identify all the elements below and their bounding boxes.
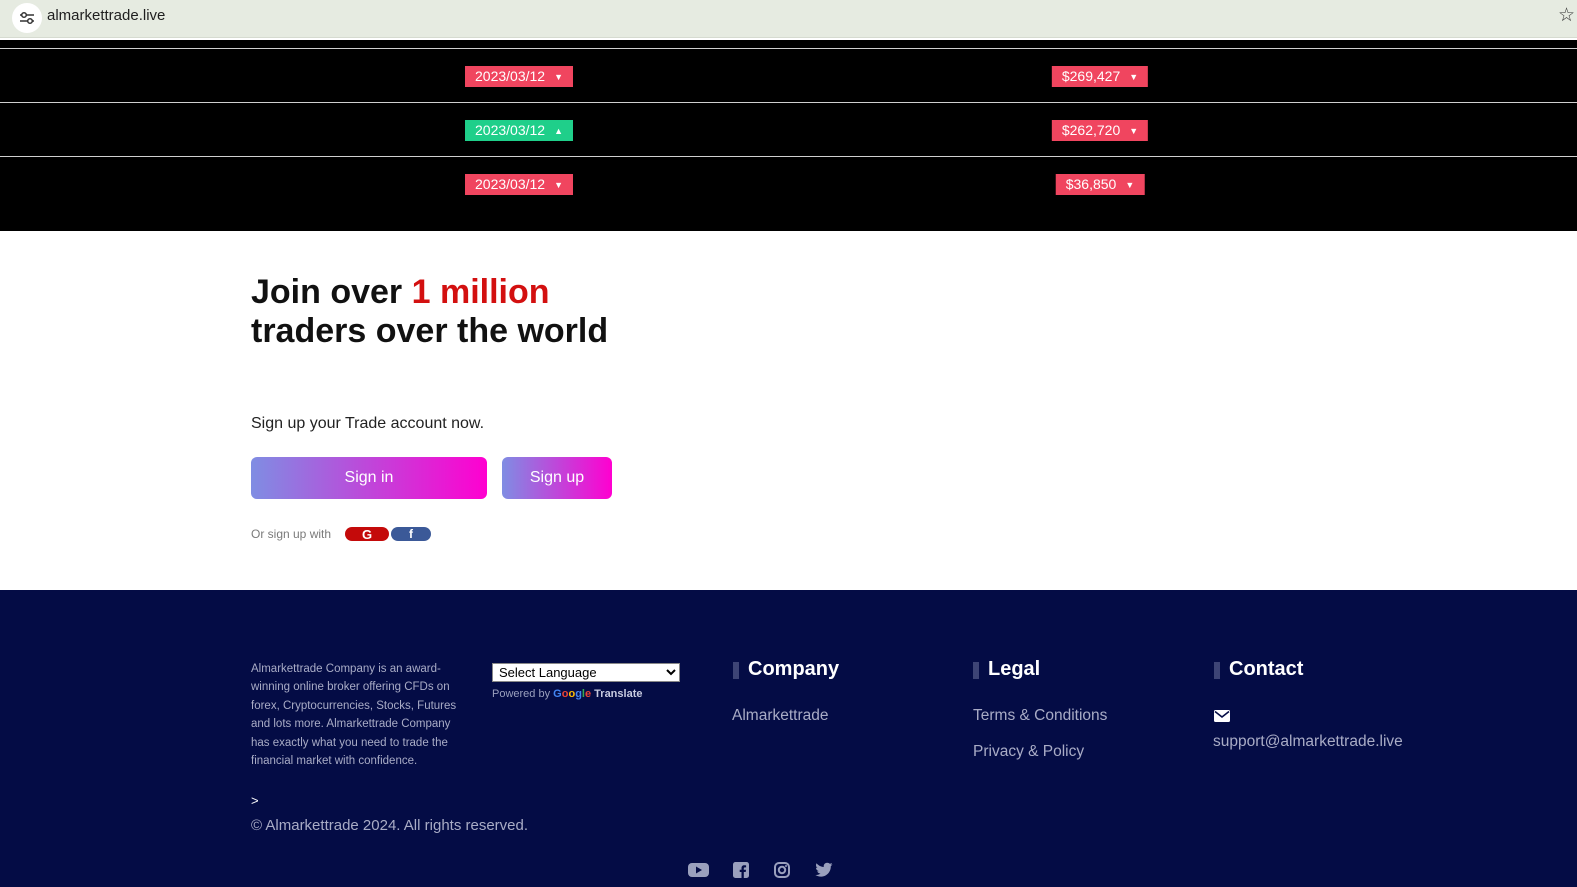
powered-by-label: Powered by (492, 688, 551, 700)
youtube-icon[interactable] (688, 862, 709, 878)
amount-text: $269,427 (1061, 68, 1121, 84)
google-translate-credit: Powered by Google Translate (492, 688, 642, 700)
company-link-almarkettrade[interactable]: Almarkettrade (732, 707, 828, 725)
date-badge: 2023/03/12 ▼ (465, 66, 573, 87)
star-icon[interactable]: ☆ (1558, 4, 1575, 27)
company-heading: Company (733, 658, 839, 681)
google-logo[interactable]: Google (553, 688, 591, 700)
copyright-text: © Almarkettrade 2024. All rights reserve… (251, 817, 529, 834)
date-text: 2023/03/12 (475, 176, 546, 192)
date-badge: 2023/03/12 ▲ (465, 120, 573, 141)
sign-up-button[interactable]: Sign up (502, 457, 612, 499)
amount-badge: $269,427 ▼ (1051, 66, 1149, 87)
support-email-link[interactable]: support@almarkettrade.live (1213, 733, 1403, 751)
tune-icon (20, 11, 34, 25)
language-select[interactable]: Select Language (492, 663, 680, 682)
privacy-link[interactable]: Privacy & Policy (973, 743, 1084, 761)
amount-badge: $262,720 ▼ (1051, 120, 1149, 141)
site-info-button[interactable] (12, 3, 42, 33)
caret-down-icon: ▼ (1125, 180, 1135, 190)
price-ticker-table: 2023/03/12 ▼ $269,427 ▼ 2023/03/12 ▲ $262,7… (0, 40, 1577, 231)
caret-down-icon: ▼ (1129, 126, 1139, 136)
sign-in-button[interactable]: Sign in (251, 457, 487, 499)
google-signup-button[interactable]: G (345, 526, 389, 542)
url-text[interactable]: almarkettrade.live (47, 7, 165, 24)
caret-down-icon: ▼ (554, 72, 563, 82)
cta-subtitle: Sign up your Trade account now. (251, 415, 485, 432)
envelope-icon (1214, 710, 1230, 722)
amount-text: $36,850 (1065, 176, 1117, 192)
amount-text: $262,720 (1061, 122, 1121, 138)
amount-badge: $36,850 ▼ (1055, 174, 1145, 195)
footer-about-text: Almarkettrade Company is an award-winnin… (251, 663, 457, 768)
date-text: 2023/03/12 (475, 68, 546, 84)
caret-down-icon: ▼ (554, 180, 563, 190)
facebook-signup-button[interactable]: f (391, 527, 431, 541)
cta-heading-pre: Join over (251, 273, 412, 311)
instagram-icon[interactable] (774, 862, 790, 878)
table-row: 2023/03/12 ▼ $269,427 ▼ (0, 49, 1577, 103)
cta-heading-highlight: 1 million (411, 273, 550, 311)
footer: Almarkettrade Company is an award-winnin… (0, 590, 1577, 887)
or-sign-up-label: Or sign up with (251, 527, 332, 541)
translate-link[interactable]: Translate (594, 688, 642, 700)
caret-down-icon: ▼ (1129, 72, 1139, 82)
table-row: 2023/03/12 ▼ $36,850 ▼ (0, 157, 1577, 210)
contact-heading: Contact (1214, 658, 1303, 681)
footer-gt-symbol: > (251, 793, 259, 808)
cta-heading-post: traders over the world (251, 312, 609, 350)
cta-heading: Join over 1 million traders over the wor… (251, 273, 631, 351)
twitter-icon[interactable] (815, 862, 833, 878)
facebook-icon[interactable] (733, 862, 749, 878)
google-icon: G (361, 526, 373, 542)
facebook-icon: f (409, 527, 413, 541)
table-row: 2023/03/12 ▲ $262,720 ▼ (0, 103, 1577, 157)
date-badge: 2023/03/12 ▼ (465, 174, 573, 195)
caret-up-icon: ▲ (554, 126, 563, 136)
terms-link[interactable]: Terms & Conditions (973, 707, 1107, 725)
legal-heading: Legal (973, 658, 1040, 681)
date-text: 2023/03/12 (475, 122, 546, 138)
browser-address-bar: almarkettrade.live ☆ (0, 0, 1577, 38)
